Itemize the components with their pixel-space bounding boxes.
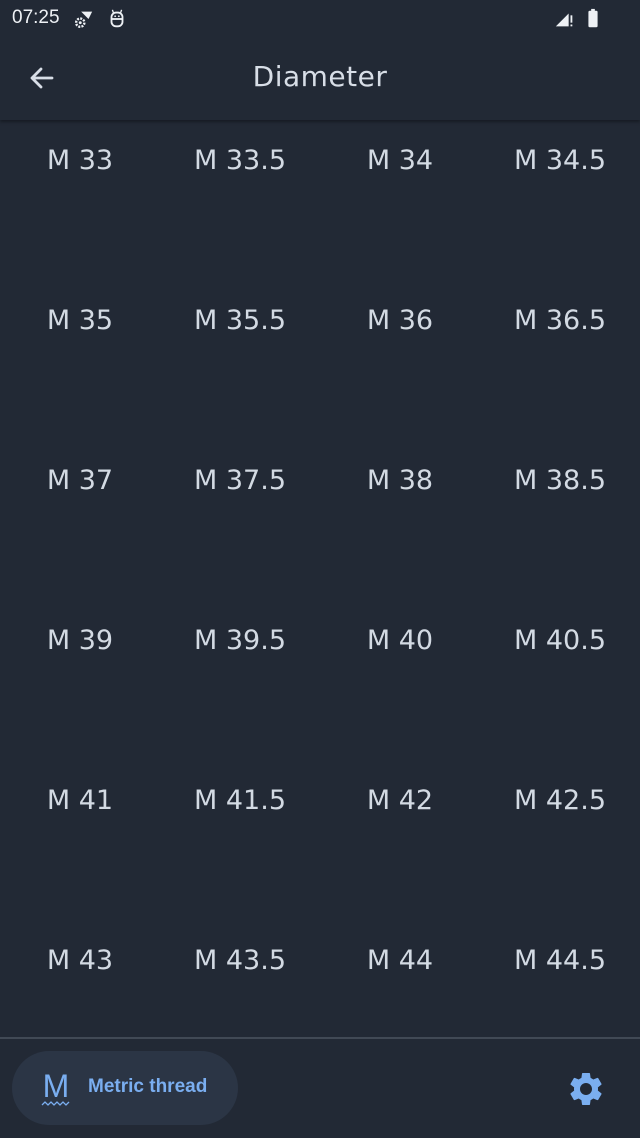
page-title: Diameter	[252, 60, 388, 93]
diameter-item[interactable]: M 34	[320, 120, 480, 240]
settings-button[interactable]	[566, 1069, 606, 1109]
app-bar: Diameter	[0, 38, 640, 120]
diameter-item[interactable]: M 38	[320, 400, 480, 560]
status-bar: 07:25	[0, 0, 640, 38]
svg-text:M: M	[43, 1069, 70, 1104]
diameter-item[interactable]: M 40.5	[480, 560, 640, 720]
diameter-item[interactable]: M 37.5	[160, 400, 320, 560]
status-time: 07:25	[12, 7, 60, 28]
metric-thread-nav-button[interactable]: M Metric thread	[12, 1051, 238, 1125]
diameter-item[interactable]: M 41	[0, 720, 160, 880]
gear-icon	[570, 1073, 602, 1105]
diameter-item[interactable]: M 36.5	[480, 240, 640, 400]
diameter-item[interactable]: M 40	[320, 560, 480, 720]
diameter-item[interactable]: M 35	[0, 240, 160, 400]
diameter-item[interactable]: M 33.5	[160, 120, 320, 240]
diameter-grid[interactable]: M 33 M 33.5 M 34 M 34.5 M 35 M 35.5 M 36 M 36.5…	[0, 120, 640, 1037]
diameter-item[interactable]: M 41.5	[160, 720, 320, 880]
metric-thread-label: Metric thread	[88, 1076, 208, 1097]
settings-wifi-icon	[74, 11, 93, 28]
battery-icon	[588, 8, 598, 28]
diameter-item[interactable]: M 42	[320, 720, 480, 880]
diameter-item[interactable]: M 37	[0, 400, 160, 560]
diameter-item[interactable]: M 33	[0, 120, 160, 240]
diameter-item[interactable]: M 44	[320, 880, 480, 1037]
diameter-item[interactable]: M 39.5	[160, 560, 320, 720]
diameter-item[interactable]: M 39	[0, 560, 160, 720]
signal-alert-icon	[555, 13, 573, 27]
diameter-item[interactable]: M 43.5	[160, 880, 320, 1037]
diameter-item[interactable]: M 35.5	[160, 240, 320, 400]
diameter-item[interactable]: M 42.5	[480, 720, 640, 880]
diameter-item[interactable]: M 38.5	[480, 400, 640, 560]
diameter-item[interactable]: M 43	[0, 880, 160, 1037]
diameter-item[interactable]: M 44.5	[480, 880, 640, 1037]
metric-thread-icon: M	[41, 1069, 70, 1106]
bottom-navigation-bar: M Metric thread	[0, 1037, 640, 1138]
diameter-item[interactable]: M 36	[320, 240, 480, 400]
diameter-item[interactable]: M 34.5	[480, 120, 640, 240]
android-debug-icon	[110, 9, 124, 28]
